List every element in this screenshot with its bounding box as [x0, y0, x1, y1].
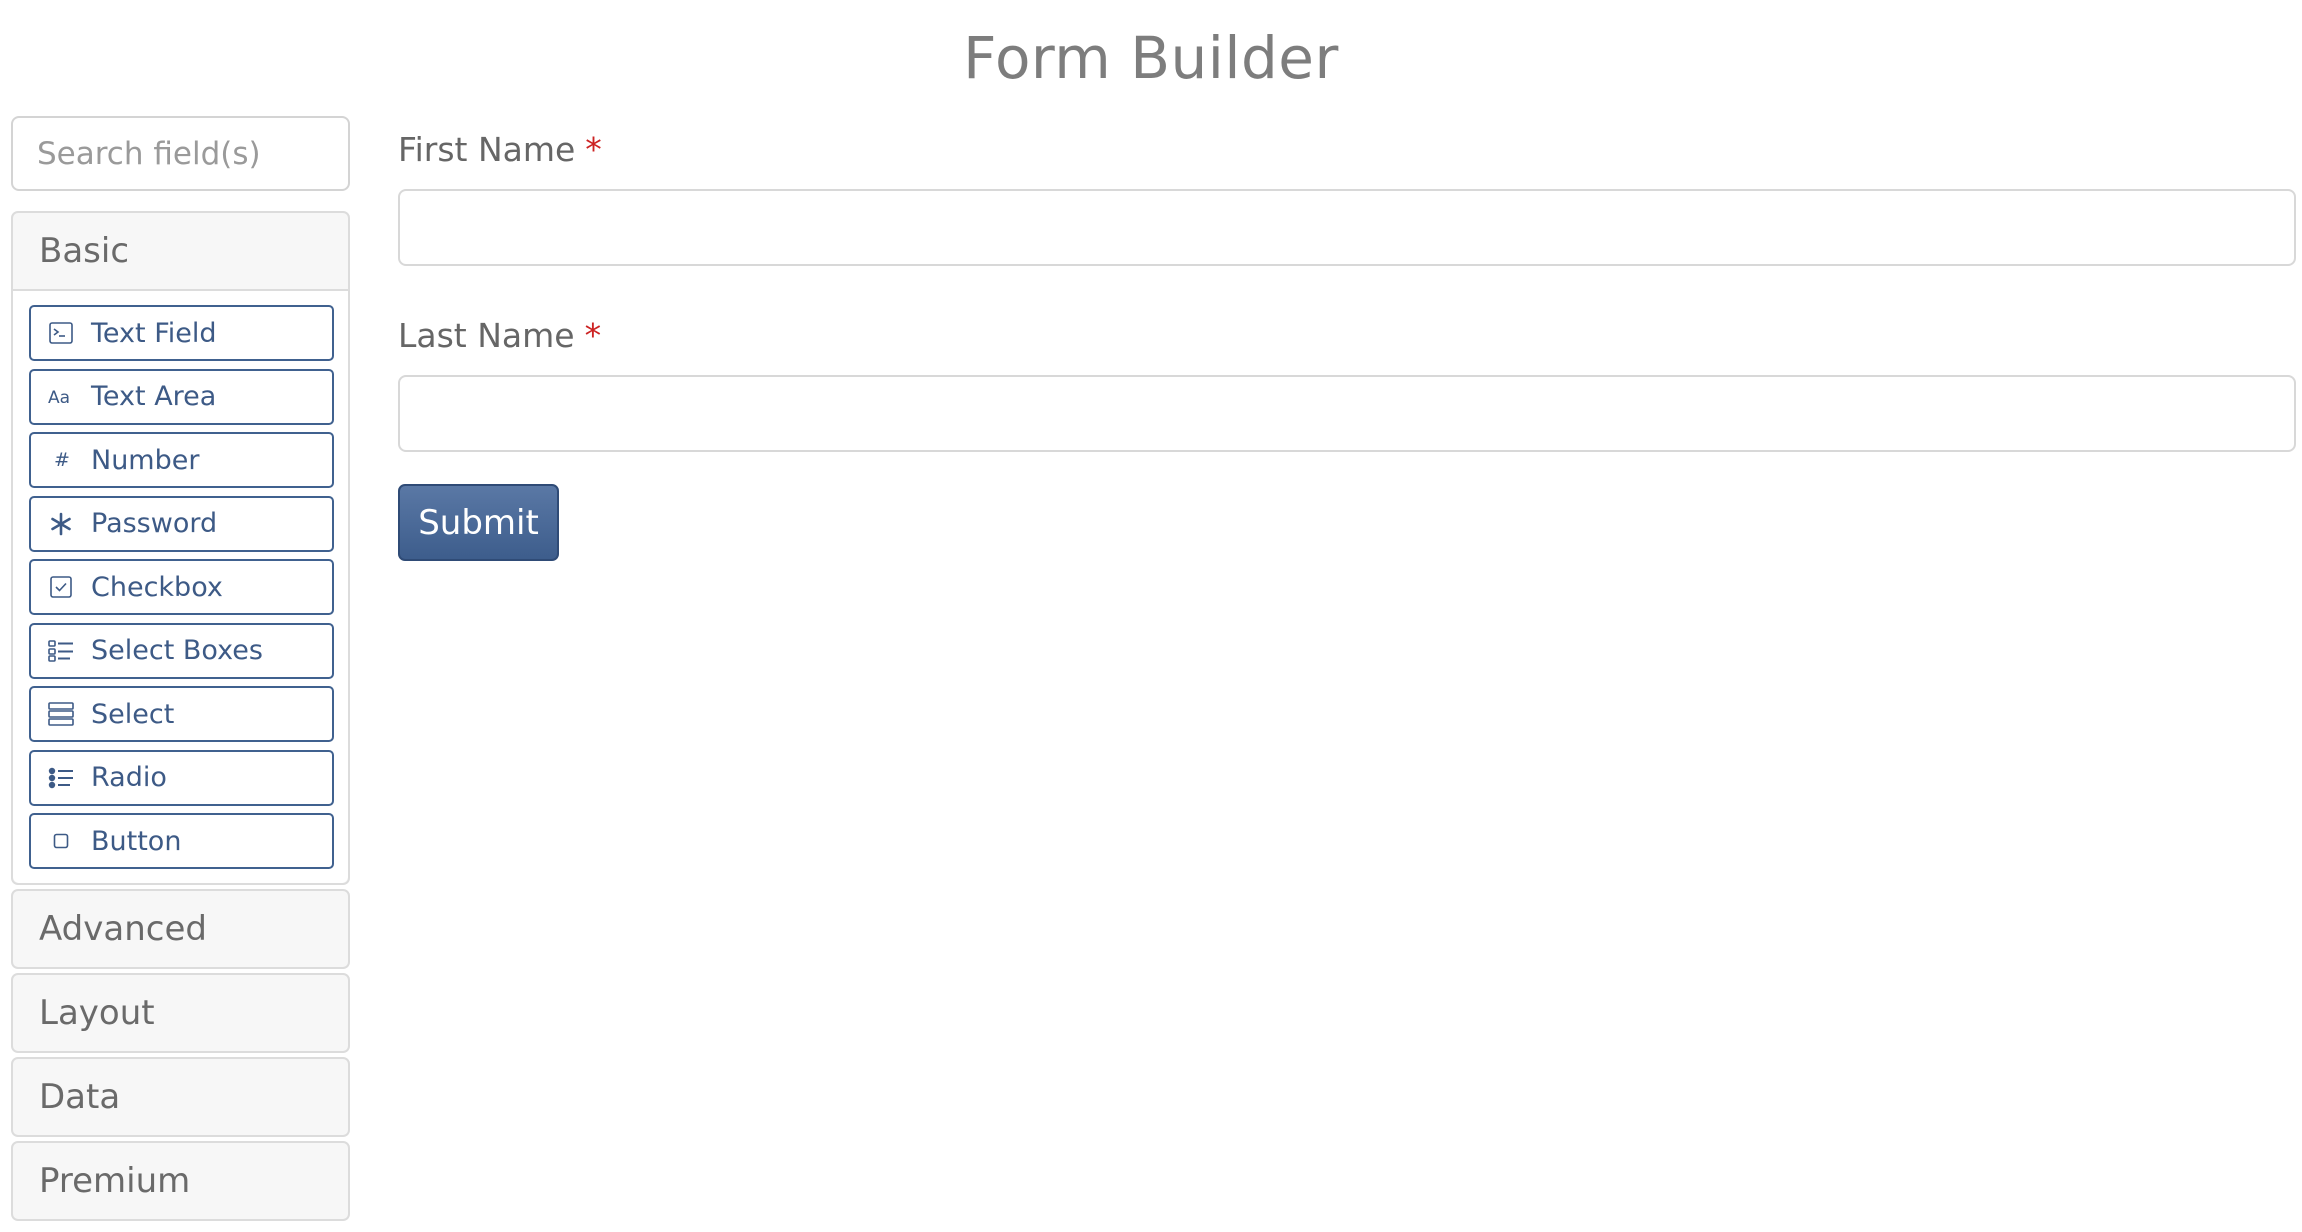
- component-label: Text Area: [91, 381, 217, 412]
- component-label: Password: [91, 508, 218, 539]
- group-header-basic[interactable]: Basic: [13, 213, 348, 289]
- first-name-input[interactable]: [398, 189, 2296, 266]
- first-name-label: First Name *: [398, 130, 2298, 169]
- component-label: Checkbox: [91, 571, 223, 603]
- required-marker: *: [584, 316, 602, 355]
- form-canvas: First Name * Last Name * Submit: [398, 130, 2298, 561]
- svg-text:Aa: Aa: [48, 388, 70, 407]
- first-name-group: First Name *: [398, 130, 2298, 266]
- component-text-field[interactable]: Text Field: [29, 305, 334, 361]
- stop-icon: [31, 833, 91, 849]
- group-header-advanced[interactable]: Advanced: [13, 891, 348, 967]
- group-advanced: Advanced: [11, 889, 350, 969]
- component-label: Button: [91, 825, 182, 857]
- svg-text:#: #: [54, 449, 70, 471]
- component-label: Text Field: [91, 317, 217, 349]
- last-name-group: Last Name *: [398, 316, 2298, 452]
- check-square-icon: [31, 576, 91, 598]
- group-header-premium[interactable]: Premium: [13, 1143, 348, 1219]
- component-password[interactable]: Password: [29, 495, 334, 552]
- component-label: Radio: [91, 762, 167, 793]
- submit-button[interactable]: Submit: [398, 484, 559, 561]
- component-label: Number: [91, 444, 200, 476]
- component-sidebar: Basic Text Field Aa Text Area # Number: [11, 116, 350, 1221]
- component-text-area[interactable]: Aa Text Area: [29, 368, 334, 425]
- component-checkbox[interactable]: Checkbox: [29, 559, 334, 615]
- component-button[interactable]: Button: [29, 813, 334, 869]
- page-title: Form Builder: [963, 24, 1339, 92]
- tasks-icon: [31, 639, 91, 662]
- component-label: Select: [91, 698, 175, 730]
- group-header-layout[interactable]: Layout: [13, 975, 348, 1051]
- last-name-input[interactable]: [398, 375, 2296, 452]
- component-select-boxes[interactable]: Select Boxes: [29, 622, 334, 679]
- asterisk-icon: [31, 512, 91, 536]
- first-name-label-text: First Name: [398, 130, 576, 169]
- group-data: Data: [11, 1057, 350, 1137]
- terminal-icon: [31, 322, 91, 344]
- search-input[interactable]: [11, 116, 350, 191]
- required-marker: *: [585, 130, 602, 169]
- list-ul-icon: [31, 767, 91, 789]
- group-header-data[interactable]: Data: [13, 1059, 348, 1135]
- component-radio[interactable]: Radio: [29, 749, 334, 806]
- component-number[interactable]: # Number: [29, 432, 334, 488]
- group-basic: Basic Text Field Aa Text Area # Number P…: [11, 211, 350, 885]
- component-label: Select Boxes: [91, 635, 263, 666]
- font-icon: Aa: [31, 387, 91, 407]
- hashtag-icon: #: [31, 449, 91, 471]
- th-list-icon: [31, 702, 91, 726]
- component-select[interactable]: Select: [29, 686, 334, 742]
- group-body-basic: Text Field Aa Text Area # Number Passwor…: [13, 289, 348, 883]
- group-premium: Premium: [11, 1141, 350, 1221]
- group-layout: Layout: [11, 973, 350, 1053]
- last-name-label: Last Name *: [398, 316, 2298, 355]
- last-name-label-text: Last Name: [398, 316, 575, 355]
